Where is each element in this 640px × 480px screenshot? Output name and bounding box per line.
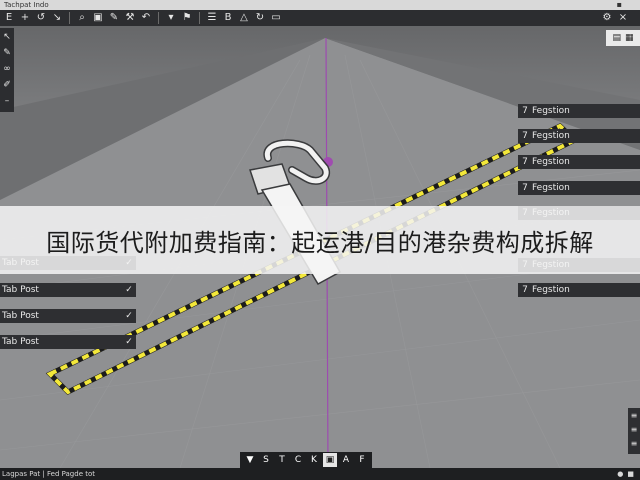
search-icon[interactable]: ⌕ <box>75 11 89 25</box>
top-toolbar: E + ↺ ↘ ⌕ ▣ ✎ ⚒ ↶ ▾ ⚑ ☰ B △ ↻ ▭ ⚙ × <box>0 10 640 26</box>
toolbar-separator <box>199 12 200 24</box>
property-number: 7 <box>522 157 528 167</box>
f-icon[interactable]: F <box>355 453 369 467</box>
status-icons: ● ■ <box>617 468 634 480</box>
property-label: Fegstion <box>532 157 570 167</box>
caption-text: 国际货代附加费指南：起运港/目的港杂费构成拆解 <box>46 228 594 257</box>
property-number: 7 <box>522 106 528 116</box>
check-icon[interactable]: ✓ <box>122 309 136 323</box>
status-icon: ■ <box>627 470 634 478</box>
rotate-icon[interactable]: ↺ <box>34 11 48 25</box>
select-icon[interactable]: E <box>2 11 16 25</box>
property-number: 7 <box>522 285 528 295</box>
close-icon[interactable]: × <box>616 11 630 25</box>
property-row[interactable]: 7 Fegstion <box>518 181 640 195</box>
property-number: 7 <box>522 183 528 193</box>
top-toolbar-right: ⚙ × <box>600 11 630 25</box>
check-icon[interactable]: ✓ <box>122 283 136 297</box>
grid-icon[interactable]: ☰ <box>205 11 219 25</box>
refresh-icon[interactable]: ↻ <box>253 11 267 25</box>
scale-icon[interactable]: ↘ <box>50 11 64 25</box>
c-icon[interactable]: C <box>291 453 305 467</box>
property-label: Fegstion <box>532 183 570 193</box>
tab-post-item[interactable]: Tab Post ✓ <box>0 309 136 323</box>
window-title: Tachpat Indo <box>4 1 49 9</box>
property-number: 7 <box>522 131 528 141</box>
window-menu-icon[interactable]: ▪ <box>617 1 622 9</box>
expand-icon[interactable]: ≡ <box>631 410 638 422</box>
right-edge-toolbar: ≡ ≡ ≡ <box>628 408 640 454</box>
window-title-bar: Tachpat Indo ▪ <box>0 0 640 10</box>
dropdown-icon[interactable]: ▾ <box>164 11 178 25</box>
image-icon[interactable]: ▣ <box>91 11 105 25</box>
check-icon[interactable]: ✓ <box>122 335 136 349</box>
more-icon[interactable]: ≡ <box>631 438 638 450</box>
measure-icon[interactable]: △ <box>237 11 251 25</box>
text-icon[interactable]: B <box>221 11 235 25</box>
toolbar-separator <box>69 12 70 24</box>
a-icon[interactable]: A <box>339 453 353 467</box>
tab-post-item[interactable]: Tab Post ✓ <box>0 335 136 349</box>
arrow-icon[interactable]: ↖ <box>1 30 13 44</box>
left-toolbar: ↖ ✎ ∞ ✐ – <box>0 28 14 112</box>
top-right-panel: ▤ ▦ <box>606 30 640 46</box>
image-icon[interactable]: ▣ <box>323 453 337 467</box>
property-row[interactable]: 7 Fegstion <box>518 129 640 143</box>
brush-icon[interactable]: ✐ <box>1 78 13 92</box>
layout-icon[interactable]: ▦ <box>625 33 634 43</box>
status-bar: Lagpas Pat | Fed Pagde tot ● ■ <box>0 468 640 480</box>
tab-label: Tab Post <box>2 285 39 295</box>
property-row[interactable]: 7 Fegstion <box>518 283 640 297</box>
toolbar-separator <box>158 12 159 24</box>
t-icon[interactable]: T <box>275 453 289 467</box>
bottom-toolbar: ▼ S T C K ▣ A F <box>240 452 372 468</box>
pen-icon[interactable]: ✎ <box>1 46 13 60</box>
minus-icon[interactable]: – <box>1 94 13 108</box>
status-text: Lagpas Pat | Fed Pagde tot <box>2 470 95 478</box>
property-row[interactable]: 7 Fegstion <box>518 155 640 169</box>
link-icon[interactable]: ∞ <box>1 62 13 76</box>
property-row[interactable]: 7 Fegstion <box>518 104 640 118</box>
property-label: Fegstion <box>532 106 570 116</box>
move-icon[interactable]: + <box>18 11 32 25</box>
globe-icon: ● <box>617 470 624 478</box>
collapse-icon[interactable]: ≡ <box>631 424 638 436</box>
pointer-icon[interactable]: ▼ <box>243 453 257 467</box>
property-label: Fegstion <box>532 131 570 141</box>
property-label: Fegstion <box>532 285 570 295</box>
pencil-icon[interactable]: ✎ <box>107 11 121 25</box>
tab-label: Tab Post <box>2 311 39 321</box>
settings-icon[interactable]: ⚙ <box>600 11 614 25</box>
caption-banner: 国际货代附加费指南：起运港/目的港杂费构成拆解 <box>0 206 640 274</box>
k-icon[interactable]: K <box>307 453 321 467</box>
layers-icon[interactable]: ▤ <box>612 33 621 43</box>
tab-post-item[interactable]: Tab Post ✓ <box>0 283 136 297</box>
s-icon[interactable]: S <box>259 453 273 467</box>
brush-icon[interactable]: ⚒ <box>123 11 137 25</box>
tab-label: Tab Post <box>2 337 39 347</box>
undo-icon[interactable]: ↶ <box>139 11 153 25</box>
comment-icon[interactable]: ▭ <box>269 11 283 25</box>
flag-icon[interactable]: ⚑ <box>180 11 194 25</box>
